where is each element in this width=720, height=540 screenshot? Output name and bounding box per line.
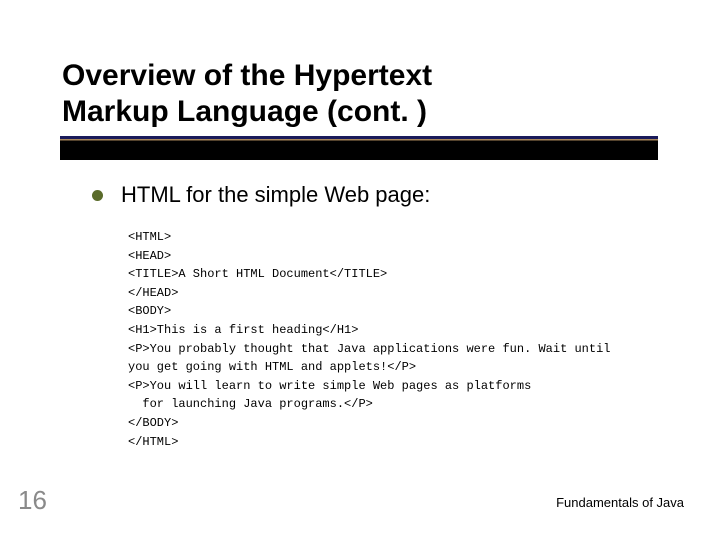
slide: Overview of the Hypertext Markup Languag… xyxy=(0,0,720,540)
title-line-2: Markup Language (cont. ) xyxy=(62,94,432,130)
page-number: 16 xyxy=(18,485,47,516)
code-line: <P>You probably thought that Java applic… xyxy=(128,342,610,356)
code-line: for launching Java programs.</P> xyxy=(128,397,373,411)
bullet-item: HTML for the simple Web page: xyxy=(92,182,430,208)
code-line: </HEAD> xyxy=(128,286,178,300)
code-line: <HTML> xyxy=(128,230,171,244)
title-underline-bar xyxy=(60,136,658,160)
code-line: <P>You will learn to write simple Web pa… xyxy=(128,379,531,393)
code-line: </HTML> xyxy=(128,435,178,449)
code-line: <HEAD> xyxy=(128,249,171,263)
code-line: you get going with HTML and applets!</P> xyxy=(128,360,416,374)
code-sample: <HTML> <HEAD> <TITLE>A Short HTML Docume… xyxy=(128,228,610,451)
bullet-icon xyxy=(92,190,103,201)
slide-title: Overview of the Hypertext Markup Languag… xyxy=(62,58,432,130)
code-line: <TITLE>A Short HTML Document</TITLE> xyxy=(128,267,387,281)
bullet-text: HTML for the simple Web page: xyxy=(121,182,430,208)
footer-text: Fundamentals of Java xyxy=(556,495,684,510)
code-line: <BODY> xyxy=(128,304,171,318)
title-line-1: Overview of the Hypertext xyxy=(62,58,432,94)
code-line: </BODY> xyxy=(128,416,178,430)
code-line: <H1>This is a first heading</H1> xyxy=(128,323,358,337)
